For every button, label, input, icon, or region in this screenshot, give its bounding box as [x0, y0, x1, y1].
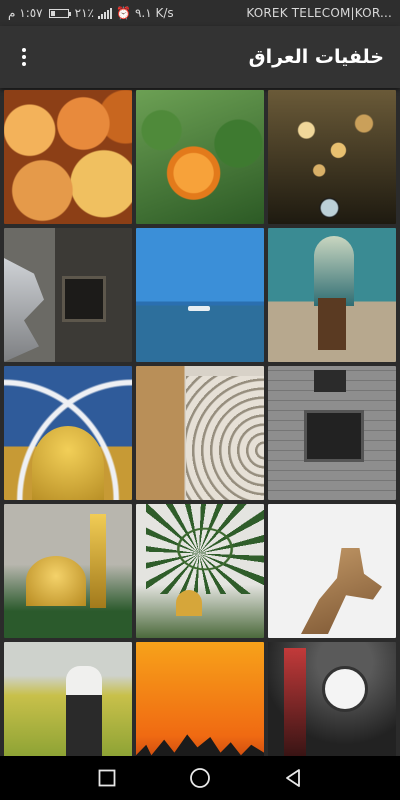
- carrier-name: KOREK TELECOM|KOR...: [246, 6, 392, 20]
- time-text: ١:٥٧ م: [8, 6, 43, 20]
- page-title: خلفيات العراق: [248, 46, 384, 68]
- wallpaper-thumbnail-golden-shrine[interactable]: [4, 504, 132, 638]
- more-vert-icon[interactable]: [12, 42, 36, 72]
- back-triangle-icon[interactable]: [273, 758, 313, 798]
- wallpaper-grid: [4, 90, 396, 776]
- wallpaper-thumbnail-old-brick-wall[interactable]: [4, 228, 132, 362]
- wallpaper-thumbnail-peaches[interactable]: [4, 90, 132, 224]
- system-nav-bar: [0, 756, 400, 800]
- wallpaper-thumbnail-carved-stone-arch[interactable]: [136, 366, 264, 500]
- wallpaper-thumbnail-mosque-interior[interactable]: [268, 228, 396, 362]
- recents-square-icon[interactable]: [87, 758, 127, 798]
- home-circle-icon[interactable]: [180, 758, 220, 798]
- wallpaper-thumbnail-stone-house-window[interactable]: [268, 366, 396, 500]
- battery-percent: ٢١٪: [74, 6, 94, 20]
- signal-icon: [97, 7, 112, 19]
- wallpaper-thumbnail-river-sea[interactable]: [136, 228, 264, 362]
- wallpaper-thumbnail-palm-tree-dome[interactable]: [136, 504, 264, 638]
- network-speed: ٩.١ K/s: [134, 6, 174, 20]
- wallpaper-thumbnail-golden-bokeh[interactable]: [268, 90, 396, 224]
- app-bar: خلفيات العراق: [0, 26, 400, 88]
- wallpaper-thumbnail-camel[interactable]: [268, 504, 396, 638]
- wallpaper-thumbnail-orange-rose[interactable]: [136, 90, 264, 224]
- alarm-icon: ⏰: [115, 6, 131, 20]
- status-left: ١:٥٧ م ٢١٪ ⏰ ٩.١ K/s: [8, 6, 174, 20]
- status-bar: ١:٥٧ م ٢١٪ ⏰ ٩.١ K/s KOREK TELECOM|KOR..…: [0, 0, 400, 26]
- battery-icon: [48, 8, 71, 18]
- wallpaper-thumbnail-golden-dome-arches[interactable]: [4, 366, 132, 500]
